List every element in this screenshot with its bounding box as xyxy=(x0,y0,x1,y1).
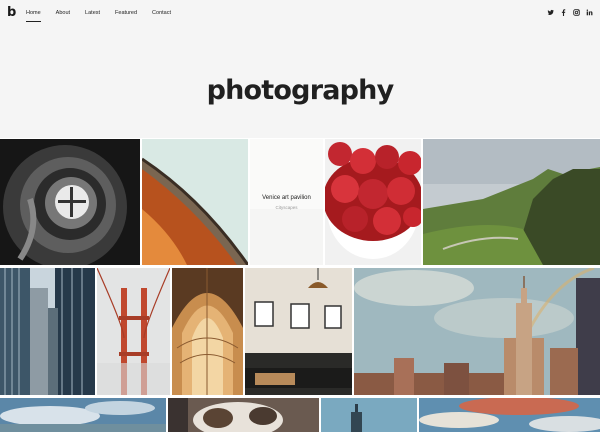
photo-dog[interactable] xyxy=(168,398,319,432)
nav-item-latest[interactable]: Latest xyxy=(85,10,100,17)
photo-title: Venice art pavilion xyxy=(262,194,311,201)
instagram-icon[interactable] xyxy=(573,9,580,16)
photo-cafe-interior[interactable] xyxy=(245,268,352,395)
photo-city-skyline-rainbow[interactable] xyxy=(354,268,600,395)
social-links xyxy=(547,9,593,16)
photo-raspberries[interactable] xyxy=(325,139,421,265)
photo-hover-overlay: Venice art pavilion Cityscapes xyxy=(250,139,323,265)
main-nav: Home About Latest Featured Contact xyxy=(26,10,186,22)
photo-tower[interactable] xyxy=(321,398,417,432)
brand-logo[interactable]: b xyxy=(7,6,16,20)
nav-item-home[interactable]: Home xyxy=(26,10,41,22)
photo-venice-art-pavilion[interactable]: Venice art pavilion Cityscapes xyxy=(250,139,323,265)
photo-skyscrapers[interactable] xyxy=(0,268,95,395)
page-title: photography xyxy=(206,75,395,107)
linkedin-icon[interactable] xyxy=(586,9,593,16)
photo-golden-gate-bridge[interactable] xyxy=(97,268,170,395)
nav-item-featured[interactable]: Featured xyxy=(115,10,137,17)
photo-arched-ceiling[interactable] xyxy=(172,268,243,395)
facebook-icon[interactable] xyxy=(560,9,567,16)
photo-category: Cityscapes xyxy=(275,204,298,210)
photo-sky-clouds[interactable] xyxy=(0,398,166,432)
nav-item-contact[interactable]: Contact xyxy=(152,10,171,17)
photo-curved-roof[interactable] xyxy=(142,139,248,265)
photo-green-hills[interactable] xyxy=(423,139,600,265)
top-bar: b Home About Latest Featured Contact xyxy=(0,0,600,28)
photo-grid: Venice art pavilion Cityscapes xyxy=(0,138,600,432)
twitter-icon[interactable] xyxy=(547,9,554,16)
photo-spiral-staircase[interactable] xyxy=(0,139,140,265)
photo-sunset-clouds[interactable] xyxy=(419,398,600,432)
nav-item-about[interactable]: About xyxy=(56,10,70,17)
